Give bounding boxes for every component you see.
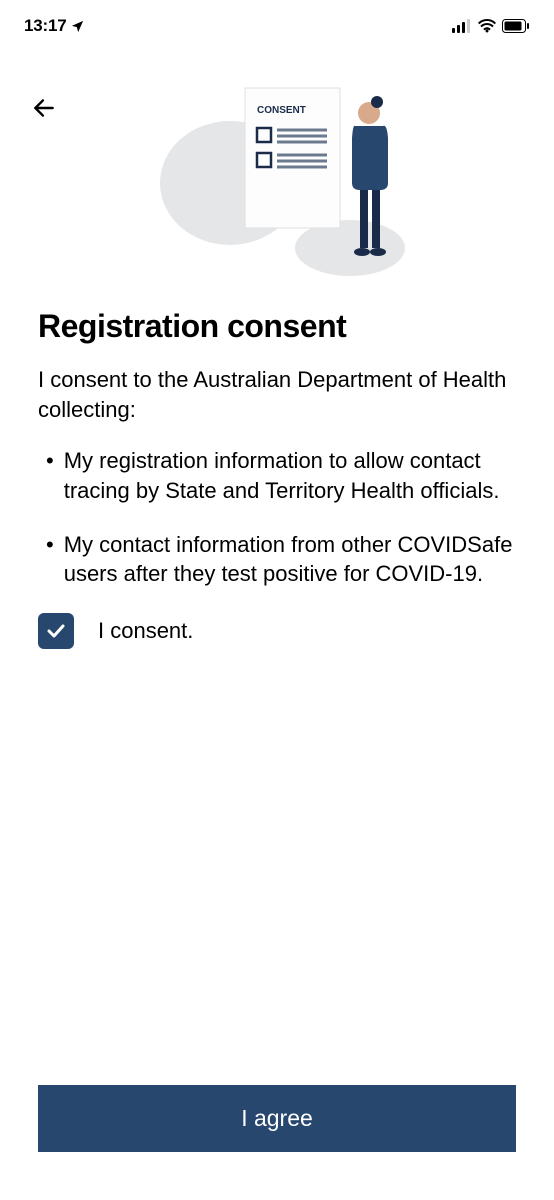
consent-illustration: CONSENT [40,78,530,278]
status-time: 13:17 [24,16,66,36]
check-icon [44,619,68,643]
content: Registration consent I consent to the Au… [0,278,554,649]
consent-checkbox[interactable] [38,613,74,649]
agree-button[interactable]: I agree [38,1085,516,1152]
battery-icon [502,19,530,33]
list-item: • My registration information to allow c… [46,446,516,505]
status-left: 13:17 [24,16,85,36]
status-bar: 13:17 [0,0,554,48]
header: CONSENT [0,48,554,278]
bullet-text: My contact information from other COVIDS… [64,530,516,589]
status-right [452,19,530,33]
bullet-list: • My registration information to allow c… [38,446,516,589]
bullet-icon: • [46,446,54,505]
consent-checkbox-row: I consent. [38,613,516,649]
bullet-icon: • [46,530,54,589]
wifi-icon [478,19,496,33]
doc-label: CONSENT [257,105,306,116]
page-title: Registration consent [38,308,516,345]
consent-label: I consent. [98,618,193,644]
intro-text: I consent to the Australian Department o… [38,365,516,424]
cellular-signal-icon [452,19,472,33]
list-item: • My contact information from other COVI… [46,530,516,589]
location-arrow-icon [70,19,85,34]
bullet-text: My registration information to allow con… [64,446,516,505]
